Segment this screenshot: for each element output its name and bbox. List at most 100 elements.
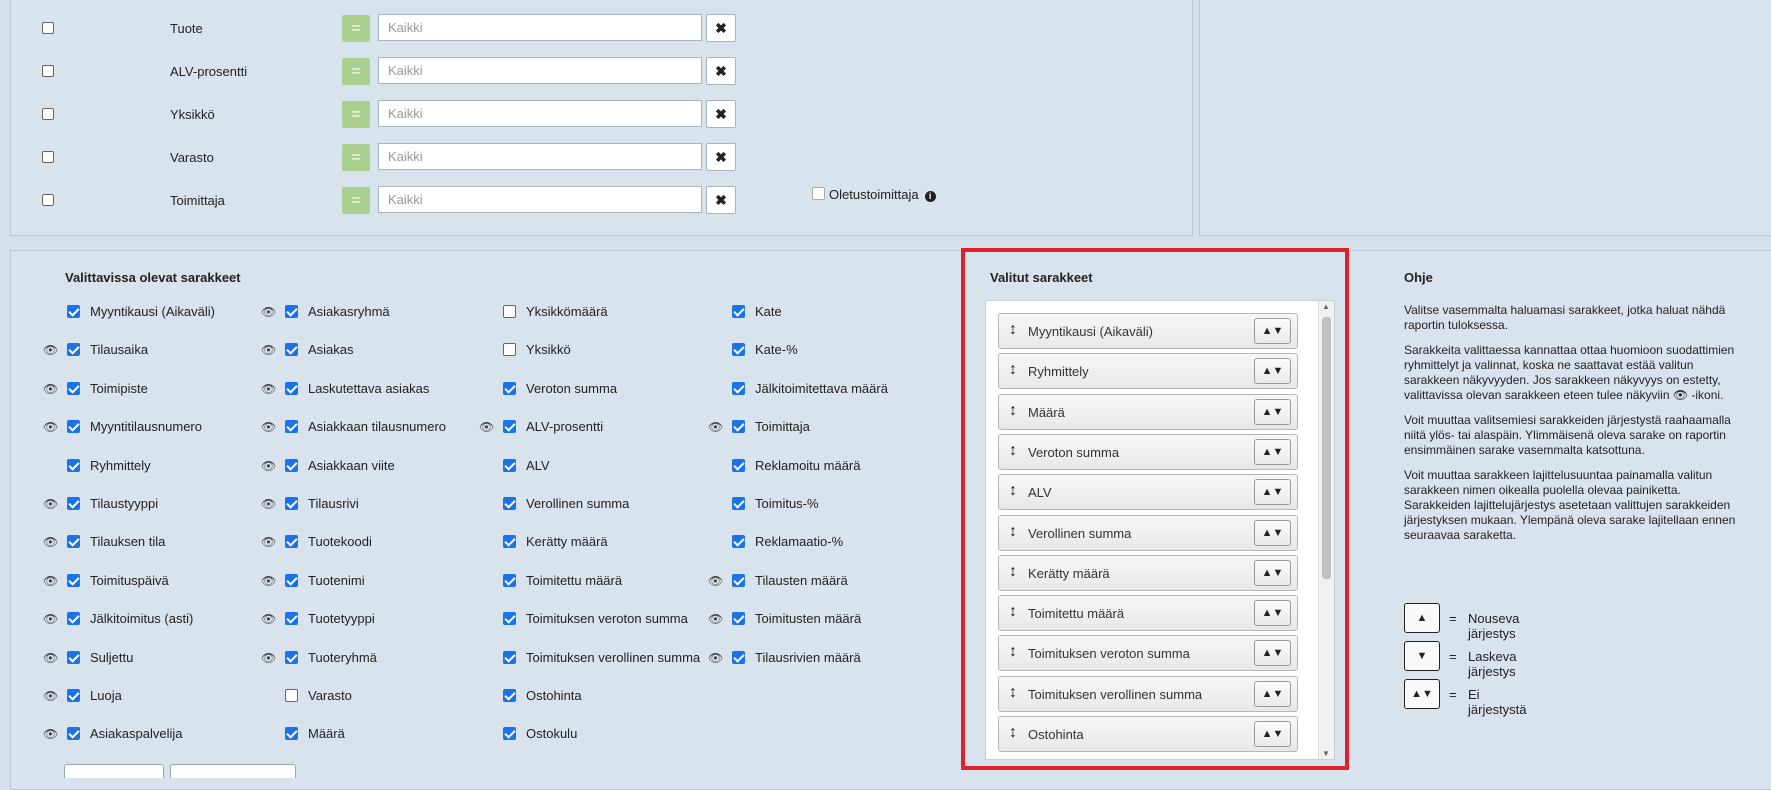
selected-column-item[interactable]: ↕ Myyntikausi (Aikaväli) ▲▼ <box>998 313 1298 349</box>
clear-filter-button[interactable]: ✖ <box>706 57 736 85</box>
column-checkbox[interactable] <box>732 651 745 664</box>
filter-operator-button[interactable]: = <box>342 15 370 42</box>
column-checkbox[interactable] <box>285 382 298 395</box>
bottom-button[interactable] <box>170 764 296 778</box>
column-checkbox[interactable] <box>285 574 298 587</box>
scroll-up-icon[interactable]: ▲ <box>1322 302 1330 311</box>
column-checkbox[interactable] <box>285 727 298 740</box>
selected-column-item[interactable]: ↕ Verollinen summa ▲▼ <box>998 514 1298 551</box>
column-checkbox[interactable] <box>503 343 516 356</box>
bottom-button[interactable] <box>64 764 164 778</box>
selected-column-item[interactable]: ↕ Kerätty määrä ▲▼ <box>998 554 1298 591</box>
clear-filter-button[interactable]: ✖ <box>706 100 736 128</box>
scrollbar-thumb[interactable] <box>1322 317 1331 579</box>
default-supplier-checkbox[interactable] <box>812 187 825 200</box>
column-checkbox[interactable] <box>732 574 745 587</box>
sort-toggle-button[interactable]: ▲▼ <box>1254 318 1291 344</box>
filter-input[interactable]: Kaikki <box>378 100 702 127</box>
filter-checkbox[interactable] <box>42 151 54 163</box>
column-checkbox[interactable] <box>503 382 516 395</box>
column-checkbox[interactable] <box>67 651 80 664</box>
clear-filter-button[interactable]: ✖ <box>706 14 736 42</box>
column-checkbox[interactable] <box>285 535 298 548</box>
column-checkbox[interactable] <box>285 343 298 356</box>
sort-toggle-button[interactable]: ▲▼ <box>1254 438 1291 465</box>
column-checkbox[interactable] <box>503 574 516 587</box>
clear-filter-button[interactable]: ✖ <box>706 143 736 171</box>
drag-handle-icon[interactable]: ↕ <box>1009 362 1017 378</box>
selected-column-item[interactable]: ↕ Toimitettu määrä ▲▼ <box>998 595 1298 632</box>
filter-operator-button[interactable]: = <box>342 144 370 171</box>
filter-input[interactable]: Kaikki <box>378 57 702 84</box>
sort-toggle-button[interactable]: ▲▼ <box>1254 721 1291 747</box>
column-checkbox[interactable] <box>732 343 745 356</box>
column-checkbox[interactable] <box>67 459 80 472</box>
column-checkbox[interactable] <box>285 612 298 625</box>
selected-column-item[interactable]: ↕ Ryhmittely ▲▼ <box>998 353 1298 390</box>
info-icon[interactable]: i <box>924 191 936 202</box>
column-checkbox[interactable] <box>503 612 516 625</box>
filter-checkbox[interactable] <box>42 108 54 120</box>
column-checkbox[interactable] <box>67 727 80 740</box>
column-checkbox[interactable] <box>67 305 80 318</box>
column-checkbox[interactable] <box>732 382 745 395</box>
drag-handle-icon[interactable]: ↕ <box>1009 523 1017 540</box>
column-checkbox[interactable] <box>503 497 516 510</box>
column-checkbox[interactable] <box>732 305 745 318</box>
column-checkbox[interactable] <box>67 612 80 625</box>
default-supplier-option[interactable]: Oletustoimittaja i <box>812 187 936 202</box>
column-checkbox[interactable] <box>503 535 516 548</box>
sort-toggle-button[interactable]: ▲▼ <box>1254 479 1291 506</box>
clear-filter-button[interactable]: ✖ <box>706 186 736 214</box>
column-checkbox[interactable] <box>285 459 298 472</box>
column-checkbox[interactable] <box>67 382 80 395</box>
selected-column-item[interactable]: ↕ Toimituksen verollinen summa ▲▼ <box>998 675 1298 712</box>
column-checkbox[interactable] <box>67 689 80 702</box>
filter-operator-button[interactable]: = <box>342 187 370 214</box>
column-checkbox[interactable] <box>732 612 745 625</box>
sort-toggle-button[interactable]: ▲▼ <box>1254 680 1291 707</box>
column-checkbox[interactable] <box>732 459 745 472</box>
filter-checkbox[interactable] <box>42 65 54 77</box>
selected-column-item[interactable]: ↕ Toimituksen veroton summa ▲▼ <box>998 635 1298 672</box>
sort-toggle-button[interactable]: ▲▼ <box>1254 358 1291 385</box>
filter-operator-button[interactable]: = <box>342 101 370 128</box>
filter-input[interactable]: Kaikki <box>378 14 702 41</box>
column-checkbox[interactable] <box>67 420 80 433</box>
column-checkbox[interactable] <box>67 535 80 548</box>
scroll-down-icon[interactable]: ▼ <box>1322 749 1330 758</box>
column-checkbox[interactable] <box>285 497 298 510</box>
column-checkbox[interactable] <box>732 535 745 548</box>
column-checkbox[interactable] <box>67 497 80 510</box>
filter-checkbox[interactable] <box>42 22 54 34</box>
column-checkbox[interactable] <box>285 651 298 664</box>
drag-handle-icon[interactable]: ↕ <box>1009 402 1017 419</box>
drag-handle-icon[interactable]: ↕ <box>1009 644 1017 660</box>
drag-handle-icon[interactable]: ↕ <box>1009 725 1017 741</box>
column-checkbox[interactable] <box>285 420 298 433</box>
selected-column-item[interactable]: ↕ Ostohinta ▲▼ <box>998 716 1298 752</box>
filter-operator-button[interactable]: = <box>342 58 370 85</box>
selected-column-item[interactable]: ↕ Määrä ▲▼ <box>998 393 1298 430</box>
drag-handle-icon[interactable]: ↕ <box>1009 563 1017 580</box>
drag-handle-icon[interactable]: ↕ <box>1009 322 1017 338</box>
column-checkbox[interactable] <box>285 689 298 702</box>
sort-toggle-button[interactable]: ▲▼ <box>1254 398 1291 425</box>
column-checkbox[interactable] <box>503 305 516 318</box>
scrollbar[interactable]: ▲ ▼ <box>1318 301 1334 759</box>
drag-handle-icon[interactable]: ↕ <box>1009 442 1017 459</box>
drag-handle-icon[interactable]: ↕ <box>1009 483 1017 499</box>
selected-column-item[interactable]: ↕ Veroton summa ▲▼ <box>998 433 1298 470</box>
drag-handle-icon[interactable]: ↕ <box>1009 604 1017 620</box>
sort-toggle-button[interactable]: ▲▼ <box>1254 519 1291 546</box>
drag-handle-icon[interactable]: ↕ <box>1009 684 1017 701</box>
column-checkbox[interactable] <box>285 305 298 318</box>
column-checkbox[interactable] <box>67 343 80 356</box>
filter-checkbox[interactable] <box>42 194 54 206</box>
sort-toggle-button[interactable]: ▲▼ <box>1254 559 1291 586</box>
column-checkbox[interactable] <box>503 459 516 472</box>
column-checkbox[interactable] <box>503 689 516 702</box>
column-checkbox[interactable] <box>732 497 745 510</box>
column-checkbox[interactable] <box>67 574 80 587</box>
filter-input[interactable]: Kaikki <box>378 186 702 213</box>
